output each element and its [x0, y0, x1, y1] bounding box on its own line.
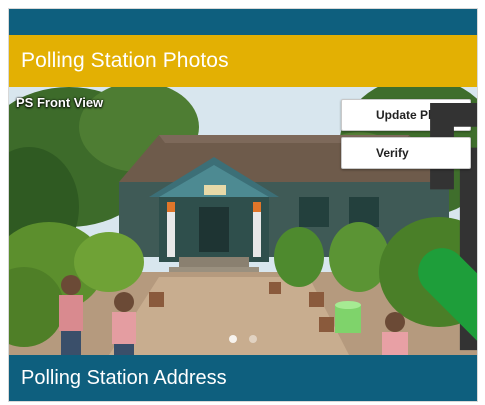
update-photo-button[interactable]: Update Photo: [341, 99, 477, 351]
verify-button[interactable]: Verify: [341, 137, 477, 341]
check-icon: [348, 142, 477, 341]
section-header-title: Polling Station Photos: [21, 49, 229, 72]
section-header: Polling Station Photos: [9, 35, 477, 87]
polling-station-card: Polling Station Photos PS Front View Upd…: [8, 8, 478, 402]
address-section-header[interactable]: Polling Station Address: [9, 355, 477, 401]
photo-pager: [9, 335, 477, 343]
pager-dot[interactable]: [249, 335, 257, 343]
update-photo-icon: [348, 102, 477, 351]
pager-dot-active[interactable]: [229, 335, 237, 343]
photo-caption: PS Front View: [16, 95, 104, 110]
app-top-bar: [9, 9, 477, 35]
polling-station-photo[interactable]: PS Front View Update Photo Verify: [9, 87, 477, 355]
address-section-title: Polling Station Address: [21, 366, 227, 389]
